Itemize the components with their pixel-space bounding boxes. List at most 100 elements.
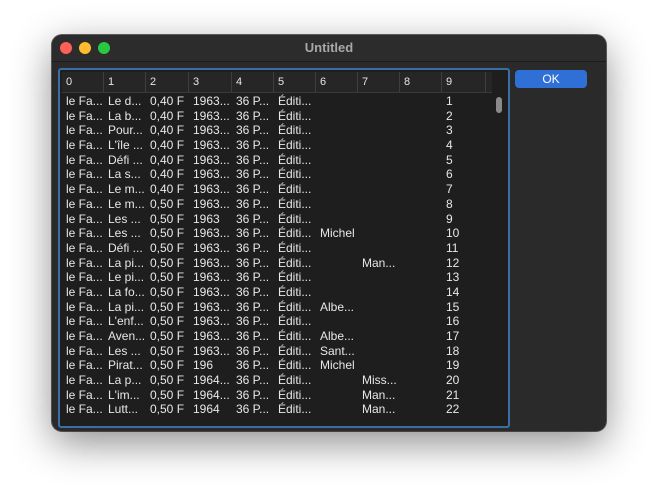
table-cell[interactable]: le Fa...: [62, 270, 104, 285]
table-cell[interactable]: le Fa...: [62, 300, 104, 315]
table-cell[interactable]: Aven...: [104, 329, 146, 344]
table-cell[interactable]: Lutt...: [104, 402, 146, 417]
table-cell[interactable]: le Fa...: [62, 123, 104, 138]
table-cell[interactable]: [358, 167, 400, 182]
table-cell[interactable]: 1963...: [189, 300, 232, 315]
table-cell[interactable]: 36 P...: [232, 241, 274, 256]
table-row[interactable]: le Fa... Aven... 0,50 F 1963... 36 P... Éditi…: [62, 329, 492, 344]
table-cell[interactable]: Éditi...: [274, 197, 316, 212]
table-row[interactable]: le Fa... Les ... 0,50 F 1963 36 P... Éditi...…: [62, 212, 492, 227]
table-cell[interactable]: Éditi...: [274, 270, 316, 285]
table-cell[interactable]: [400, 300, 442, 315]
table-cell[interactable]: [316, 94, 358, 109]
table-row[interactable]: le Fa... L'île ... 0,40 F 1963... 36 P... Édi…: [62, 138, 492, 153]
table-cell[interactable]: L'île ...: [104, 138, 146, 153]
table-cell[interactable]: le Fa...: [62, 358, 104, 373]
table-cell[interactable]: Éditi...: [274, 388, 316, 403]
table-row[interactable]: le Fa... L'enf... 0,50 F 1963... 36 P... Édit…: [62, 314, 492, 329]
table-cell[interactable]: le Fa...: [62, 197, 104, 212]
table-cell[interactable]: Man...: [358, 256, 400, 271]
table-row[interactable]: le Fa... Le m... 0,50 F 1963... 36 P... Éditi…: [62, 197, 492, 212]
table-cell[interactable]: 9: [442, 212, 486, 227]
table-cell[interactable]: 36 P...: [232, 344, 274, 359]
table-cell[interactable]: [358, 314, 400, 329]
table-cell[interactable]: [358, 329, 400, 344]
table-cell[interactable]: [400, 197, 442, 212]
table-row[interactable]: le Fa... Le d... 0,40 F 1963... 36 P... Éditi…: [62, 94, 492, 109]
table-cell[interactable]: Les ...: [104, 344, 146, 359]
table-cell[interactable]: 36 P...: [232, 167, 274, 182]
table-cell[interactable]: 36 P...: [232, 285, 274, 300]
table-cell[interactable]: Man...: [358, 402, 400, 417]
table-cell[interactable]: [316, 123, 358, 138]
table-cell[interactable]: Éditi...: [274, 344, 316, 359]
table-row[interactable]: le Fa... Défi ... 0,40 F 1963... 36 P... Édit…: [62, 153, 492, 168]
table-cell[interactable]: [400, 182, 442, 197]
table-cell[interactable]: 0,50 F: [146, 241, 189, 256]
table-cell[interactable]: La pi...: [104, 300, 146, 315]
scrollbar-thumb[interactable]: [496, 97, 502, 113]
table-cell[interactable]: 2: [442, 109, 486, 124]
table-cell[interactable]: Éditi...: [274, 402, 316, 417]
table-cell[interactable]: La s...: [104, 167, 146, 182]
table-cell[interactable]: le Fa...: [62, 226, 104, 241]
table-row[interactable]: le Fa... La b... 0,40 F 1963... 36 P... Éditi…: [62, 109, 492, 124]
table-row[interactable]: le Fa... La s... 0,40 F 1963... 36 P... Éditi…: [62, 167, 492, 182]
table-body[interactable]: le Fa... Le d... 0,40 F 1963... 36 P... Éditi…: [62, 94, 492, 417]
table-cell[interactable]: le Fa...: [62, 402, 104, 417]
table-cell[interactable]: [316, 388, 358, 403]
table-row[interactable]: le Fa... La pi... 0,50 F 1963... 36 P... Édit…: [62, 256, 492, 271]
table-cell[interactable]: 36 P...: [232, 197, 274, 212]
table-cell[interactable]: Éditi...: [274, 182, 316, 197]
table-cell[interactable]: Man...: [358, 388, 400, 403]
table-cell[interactable]: 17: [442, 329, 486, 344]
table-cell[interactable]: [358, 344, 400, 359]
table-cell[interactable]: le Fa...: [62, 388, 104, 403]
table-cell[interactable]: 1963...: [189, 241, 232, 256]
table-cell[interactable]: 8: [442, 197, 486, 212]
table-cell[interactable]: [400, 314, 442, 329]
table-cell[interactable]: 0,50 F: [146, 314, 189, 329]
table-cell[interactable]: Pirat...: [104, 358, 146, 373]
table-cell[interactable]: 0,50 F: [146, 300, 189, 315]
column-header[interactable]: 1: [104, 72, 146, 92]
table-cell[interactable]: Éditi...: [274, 138, 316, 153]
table-cell[interactable]: Éditi...: [274, 109, 316, 124]
table-cell[interactable]: 36 P...: [232, 212, 274, 227]
table-cell[interactable]: 1963...: [189, 138, 232, 153]
table-cell[interactable]: le Fa...: [62, 285, 104, 300]
table-cell[interactable]: Éditi...: [274, 167, 316, 182]
table-cell[interactable]: Éditi...: [274, 123, 316, 138]
table-cell[interactable]: Éditi...: [274, 256, 316, 271]
table-cell[interactable]: [400, 226, 442, 241]
table-cell[interactable]: Éditi...: [274, 241, 316, 256]
table-cell[interactable]: 0,50 F: [146, 373, 189, 388]
table-cell[interactable]: 0,50 F: [146, 256, 189, 271]
table-row[interactable]: le Fa... Pirat... 0,50 F 196 36 P... Éditi...…: [62, 358, 492, 373]
table-cell[interactable]: [316, 109, 358, 124]
table-cell[interactable]: Le pi...: [104, 270, 146, 285]
table-cell[interactable]: 36 P...: [232, 388, 274, 403]
table-cell[interactable]: 36 P...: [232, 256, 274, 271]
table-cell[interactable]: 1963...: [189, 256, 232, 271]
table-cell[interactable]: 0,50 F: [146, 285, 189, 300]
table-cell[interactable]: 36 P...: [232, 402, 274, 417]
table-cell[interactable]: 0,50 F: [146, 270, 189, 285]
column-header[interactable]: 0: [62, 72, 104, 92]
table-cell[interactable]: le Fa...: [62, 256, 104, 271]
column-header[interactable]: 4: [232, 72, 274, 92]
table-cell[interactable]: [400, 402, 442, 417]
table-cell[interactable]: 36 P...: [232, 226, 274, 241]
table-cell[interactable]: 0,40 F: [146, 167, 189, 182]
table-cell[interactable]: 36 P...: [232, 138, 274, 153]
table-cell[interactable]: L'enf...: [104, 314, 146, 329]
table-row[interactable]: le Fa... La pi... 0,50 F 1963... 36 P... Édit…: [62, 300, 492, 315]
table-cell[interactable]: 1: [442, 94, 486, 109]
table-cell[interactable]: [400, 212, 442, 227]
table-cell[interactable]: 1964...: [189, 373, 232, 388]
table-cell[interactable]: 0,50 F: [146, 329, 189, 344]
table-cell[interactable]: Éditi...: [274, 300, 316, 315]
table-cell[interactable]: le Fa...: [62, 344, 104, 359]
table-cell[interactable]: Miss...: [358, 373, 400, 388]
table-cell[interactable]: le Fa...: [62, 167, 104, 182]
